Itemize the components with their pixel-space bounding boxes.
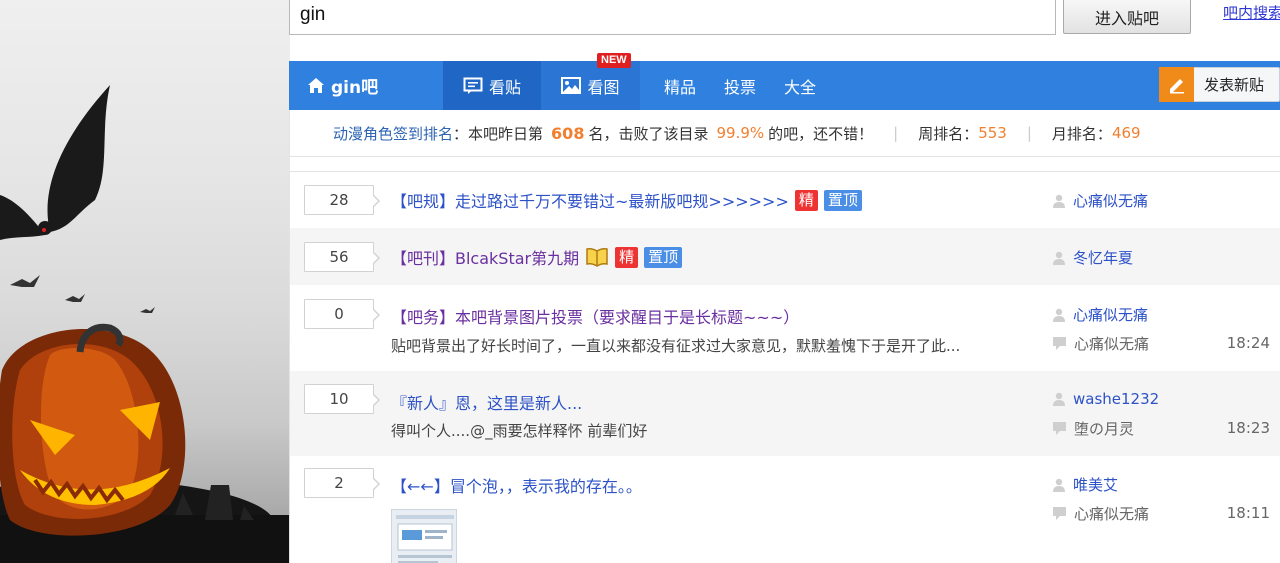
new-badge: NEW: [597, 53, 631, 68]
last-replier[interactable]: 心痛似无痛: [1053, 333, 1149, 354]
user-icon: [1053, 308, 1065, 322]
user-icon: [1053, 478, 1065, 492]
thread-author[interactable]: 心痛似无痛: [1053, 304, 1148, 325]
user-icon: [1053, 392, 1065, 406]
replier-name: 心痛似无痛: [1074, 505, 1150, 523]
author-name: washe1232: [1073, 390, 1160, 408]
author-name: 冬忆年夏: [1073, 249, 1134, 267]
rank-mid: 名，击败了该目录: [588, 124, 709, 143]
thread-row: 0 【吧务】本吧背景图片投票（要求醒目于是长标题~~~） 贴吧背景出了好长时间了…: [289, 285, 1280, 371]
thread-title-link[interactable]: 【吧务】本吧背景图片投票（要求醒目于是长标题~~~）: [391, 304, 799, 328]
thread-title: 『新人』恩，这里是新人...: [391, 390, 582, 414]
reply-bubble-icon: [1053, 422, 1066, 435]
page-root: gin 进入贴吧 吧内搜索 gin吧 看贴 看图 NEW 精品 投票 大全 发表…: [0, 0, 1280, 563]
rank-divider: |: [893, 124, 899, 142]
reply-count: 10: [304, 384, 380, 414]
reply-count: 56: [304, 242, 380, 272]
week-rank-label: 周排名：: [918, 124, 979, 143]
author-name: 心痛似无痛: [1073, 306, 1149, 324]
search-input[interactable]: gin: [289, 0, 1056, 35]
thread-title-link[interactable]: 【吧规】走过路过千万不要错过~最新版吧规>>>>>>: [391, 188, 789, 212]
thread-title-link[interactable]: 【吧刊】BlcakStar第九期: [391, 245, 579, 269]
thread-author[interactable]: washe1232: [1053, 390, 1159, 408]
reply-bubble-icon: [1053, 507, 1066, 520]
thread-row: 10 『新人』恩，这里是新人... 得叫个人....@_雨要怎样释怀 前辈们好 …: [289, 371, 1280, 456]
thread-abstract: 得叫个人....@_雨要怎样释怀 前辈们好: [391, 422, 648, 440]
thread-row: 56 【吧刊】BlcakStar第九期 精 置顶 冬忆年夏: [289, 228, 1280, 285]
thread-title: 【吧刊】BlcakStar第九期 精 置顶: [391, 245, 683, 269]
thread-author[interactable]: 心痛似无痛: [1053, 190, 1148, 211]
thread-row: 28 【吧规】走过路过千万不要错过~最新版吧规>>>>>> 精 置顶 心痛似无痛: [289, 172, 1280, 228]
thread-title: 【吧规】走过路过千万不要错过~最新版吧规>>>>>> 精 置顶: [391, 188, 862, 212]
user-icon: [1053, 194, 1065, 208]
forum-name: gin吧: [331, 78, 379, 98]
reply-count: 2: [304, 468, 380, 498]
reply-time: 18:11: [1226, 504, 1270, 522]
reply-time: 18:24: [1226, 334, 1270, 352]
reply-bubble-icon: [1053, 337, 1066, 350]
author-name: 唯美艾: [1073, 476, 1119, 494]
week-rank-value: 553: [978, 124, 1007, 142]
tab-threads-label: 看贴: [488, 77, 521, 97]
new-post-label: 发表新贴: [1204, 76, 1265, 94]
pinned-badge: 置顶: [823, 189, 862, 211]
book-icon: [586, 248, 608, 267]
rank-prefix: 本吧昨日第: [468, 124, 544, 143]
rank-suffix: 的吧，还不错！: [768, 124, 874, 143]
nav-link-featured[interactable]: 精品: [664, 61, 696, 110]
pencil-icon: [1159, 66, 1194, 102]
reply-time: 18:23: [1226, 419, 1270, 437]
month-rank-label: 月排名：: [1051, 124, 1112, 143]
forum-navbar: gin吧 看贴 看图 NEW 精品 投票 大全: [289, 53, 1280, 110]
speech-bubble-icon: [463, 77, 483, 94]
pumpkin-bat-illustration: [0, 85, 290, 563]
thread-title: 【←←】冒个泡，，表示我的存在。。: [391, 473, 642, 497]
user-icon: [1053, 251, 1065, 265]
tab-pictures-label: 看图: [587, 77, 620, 97]
rank-divider: |: [1026, 124, 1032, 142]
reply-count: 28: [304, 185, 380, 215]
last-replier[interactable]: 堕の月灵: [1053, 418, 1134, 439]
thread-author[interactable]: 唯美艾: [1053, 474, 1118, 495]
tab-pictures[interactable]: 看图: [541, 61, 640, 110]
forum-home-link[interactable]: gin吧: [307, 61, 378, 110]
nav-link-vote[interactable]: 投票: [724, 61, 756, 110]
month-rank-value: 469: [1111, 124, 1141, 142]
home-icon: [308, 78, 324, 93]
rank-percent: 99.9%: [716, 124, 765, 142]
thread-title-link[interactable]: 【←←】冒个泡，，表示我的存在。。: [391, 473, 642, 497]
thread-title-link[interactable]: 『新人』恩，这里是新人...: [391, 390, 582, 414]
last-replier[interactable]: 心痛似无痛: [1053, 503, 1149, 524]
thread-abstract: 贴吧背景出了好长时间了，一直以来都没有征求过大家意见，默默羞愧下于是开了此...: [391, 337, 961, 355]
rank-number: 608: [551, 123, 585, 143]
tab-threads[interactable]: 看贴: [443, 61, 541, 110]
nav-link-all[interactable]: 大全: [784, 61, 816, 110]
picture-icon: [561, 77, 582, 94]
thread-thumbnail[interactable]: [391, 509, 457, 563]
rank-colon: ：: [453, 124, 469, 143]
featured-badge: 精: [615, 246, 639, 268]
author-name: 心痛似无痛: [1073, 192, 1149, 210]
replier-name: 心痛似无痛: [1074, 335, 1150, 353]
thread-title: 【吧务】本吧背景图片投票（要求醒目于是长标题~~~）: [391, 304, 799, 328]
pinned-badge: 置顶: [644, 246, 683, 268]
thread-row: 2 【←←】冒个泡，，表示我的存在。。 唯美艾 心痛似无痛 18:11: [289, 456, 1280, 563]
new-post-button[interactable]: 发表新贴: [1159, 66, 1280, 102]
sign-in-rank-bar: 动漫角色签到排名 ： 本吧昨日第 608 名，击败了该目录 99.9% 的吧，还…: [289, 110, 1280, 157]
thread-author[interactable]: 冬忆年夏: [1053, 247, 1133, 268]
featured-badge: 精: [794, 189, 818, 211]
reply-count: 0: [304, 299, 380, 329]
replier-name: 堕の月灵: [1074, 420, 1135, 438]
halloween-background: [0, 0, 290, 563]
inner-search-link[interactable]: 吧内搜索: [1223, 2, 1280, 23]
enter-tieba-button[interactable]: 进入贴吧: [1063, 0, 1191, 34]
rank-category-link[interactable]: 动漫角色签到排名: [333, 123, 453, 144]
